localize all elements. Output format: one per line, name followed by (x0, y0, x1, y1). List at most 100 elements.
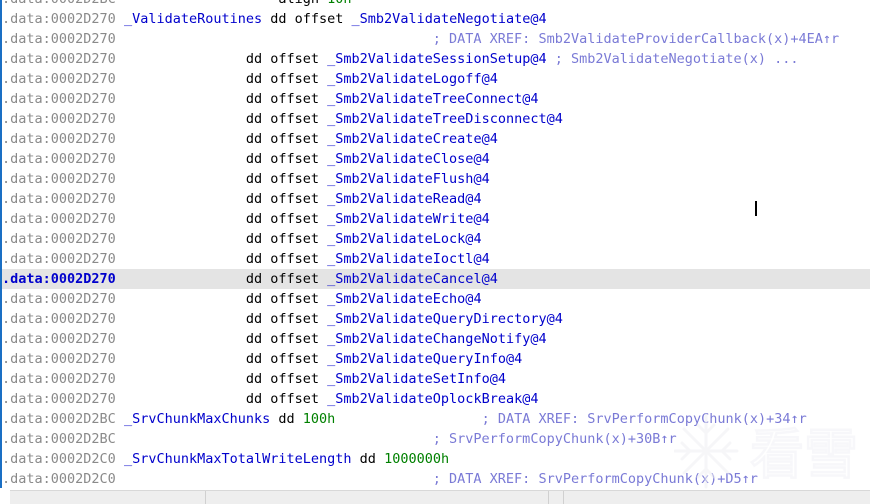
disassembly-line[interactable]: .data:0002D270 dd offset _Smb2ValidateFl… (2, 169, 870, 189)
token-gap (116, 191, 246, 207)
disassembly-line[interactable]: .data:0002D270 dd offset _Smb2ValidateTr… (2, 89, 870, 109)
disassembly-line[interactable]: .data:0002D270 dd offset _Smb2ValidateIo… (2, 249, 870, 269)
line-address: .data:0002D270 (2, 391, 116, 407)
token-gap (116, 431, 433, 447)
scrollbar-tick (205, 491, 206, 504)
token-gap (116, 51, 246, 67)
line-address: .data:0002D270 (2, 191, 116, 207)
token-gap (116, 311, 246, 327)
disassembly-line[interactable]: .data:0002D2C0 ; DATA XREF: SrvPerformCo… (2, 469, 870, 488)
line-address: .data:0002D2BC (2, 411, 116, 427)
token-gap (116, 331, 246, 347)
line-address: .data:0002D270 (2, 111, 116, 127)
token-gap (116, 291, 246, 307)
token-gap (335, 411, 481, 427)
disassembly-line[interactable]: .data:0002D270 dd offset _Smb2ValidateCh… (2, 329, 870, 349)
token-name[interactable]: _Smb2ValidateWrite@4 (327, 211, 490, 227)
disassembly-line[interactable]: .data:0002D270 dd offset _Smb2ValidateSe… (2, 369, 870, 389)
disassembly-line[interactable]: .data:0002D270 dd offset _Smb2ValidateLo… (2, 69, 870, 89)
token-name[interactable]: _Smb2ValidateEcho@4 (327, 291, 481, 307)
token-name[interactable]: _Smb2ValidateQueryDirectory@4 (327, 311, 563, 327)
disassembly-line[interactable]: .data:0002D270 dd offset _Smb2ValidateSe… (2, 49, 870, 69)
token-kw: dd offset (245, 311, 319, 327)
token-gap (116, 151, 246, 167)
token-kw: dd offset (245, 331, 319, 347)
token-name[interactable]: _Smb2ValidateClose@4 (327, 151, 490, 167)
token-gap (116, 251, 246, 267)
token-gap (116, 211, 246, 227)
token-name[interactable]: _SrvChunkMaxChunks (124, 411, 270, 427)
token-name[interactable]: _Smb2ValidateTreeConnect@4 (327, 91, 538, 107)
token-name[interactable]: _SrvChunkMaxTotalWriteLength (124, 451, 352, 467)
token-gap (116, 271, 246, 287)
line-address: .data:0002D270 (2, 231, 116, 247)
token-kw: dd offset (245, 231, 319, 247)
disassembly-line[interactable]: .data:0002D270 dd offset _Smb2ValidateQu… (2, 309, 870, 329)
disassembly-line[interactable]: .data:0002D270 dd offset _Smb2ValidateTr… (2, 109, 870, 129)
token-cmt: ; SrvPerformCopyChunk(x)+30B↑r (432, 431, 677, 447)
token-name[interactable]: _Smb2ValidateCancel@4 (327, 271, 498, 287)
token-name[interactable]: _Smb2ValidateLogoff@4 (327, 71, 498, 87)
token-kw: dd offset (245, 111, 319, 127)
disassembly-line[interactable]: .data:0002D2C0 _SrvChunkMaxTotalWriteLen… (2, 449, 870, 469)
token-gap (116, 131, 246, 147)
token-name[interactable]: _Smb2ValidateLock@4 (327, 231, 481, 247)
token-gap (116, 111, 246, 127)
disassembly-line[interactable]: .data:0002D270 dd offset _Smb2ValidateWr… (2, 209, 870, 229)
token-kw: dd offset (245, 91, 319, 107)
token-name[interactable]: _Smb2ValidateSetInfo@4 (327, 371, 506, 387)
disassembly-lines: .data:0002D2BC align 10h.data:0002D270 _… (2, 0, 870, 488)
token-name[interactable]: _Smb2ValidateRead@4 (327, 191, 481, 207)
disassembly-line[interactable]: .data:0002D270 dd offset _Smb2ValidateQu… (2, 349, 870, 369)
token-name[interactable]: _Smb2ValidateIoctl@4 (327, 251, 490, 267)
token-kw: dd offset (270, 11, 344, 27)
disassembly-line[interactable]: .data:0002D2BC _SrvChunkMaxChunks dd 100… (2, 409, 870, 429)
line-address: .data:0002D270 (2, 131, 116, 147)
token-num: 10h (327, 0, 351, 7)
line-address: .data:0002D270 (2, 291, 116, 307)
text-caret (755, 201, 757, 216)
token-name[interactable]: _Smb2ValidateOplockBreak@4 (327, 391, 538, 407)
token-name[interactable]: _Smb2ValidateSessionSetup@4 (327, 51, 546, 67)
disassembly-line[interactable]: .data:0002D270 dd offset _Smb2ValidateLo… (2, 229, 870, 249)
token-gap (116, 171, 246, 187)
horizontal-scrollbar[interactable] (10, 490, 870, 504)
token-kw: dd (359, 451, 376, 467)
token-kw: dd offset (245, 391, 319, 407)
token-name[interactable]: _Smb2ValidateCreate@4 (327, 131, 498, 147)
disassembly-listing[interactable]: .data:0002D2BC align 10h.data:0002D270 _… (2, 0, 870, 488)
disassembly-line[interactable]: .data:0002D270 ; DATA XREF: Smb2Validate… (2, 29, 870, 49)
token-name[interactable]: _Smb2ValidateFlush@4 (327, 171, 490, 187)
token-kw: dd offset (245, 191, 319, 207)
token-name[interactable]: _Smb2ValidateTreeDisconnect@4 (327, 111, 563, 127)
disassembly-line[interactable]: .data:0002D270 dd offset _Smb2ValidateCl… (2, 149, 870, 169)
disassembly-line[interactable]: .data:0002D2BC ; SrvPerformCopyChunk(x)+… (2, 429, 870, 449)
line-address: .data:0002D270 (2, 371, 116, 387)
token-cmt: ; DATA XREF: SrvPerformCopyChunk(x)+34↑r (481, 411, 807, 427)
disassembly-line-selected[interactable]: .data:0002D270 dd offset _Smb2ValidateCa… (2, 269, 870, 289)
disassembly-line[interactable]: .data:0002D270 dd offset _Smb2ValidateOp… (2, 389, 870, 409)
token-kw: dd offset (245, 291, 319, 307)
token-kw: dd offset (245, 71, 319, 87)
token-name[interactable]: _ValidateRoutines (124, 11, 262, 27)
line-address: .data:0002D270 (2, 211, 116, 227)
disassembly-line[interactable]: .data:0002D270 dd offset _Smb2ValidateEc… (2, 289, 870, 309)
disassembly-line[interactable]: .data:0002D270 dd offset _Smb2ValidateRe… (2, 189, 870, 209)
disassembly-line[interactable]: .data:0002D270 dd offset _Smb2ValidateCr… (2, 129, 870, 149)
horizontal-scrollbar-thumb[interactable] (10, 491, 870, 504)
token-gap (116, 471, 433, 487)
token-name[interactable]: _Smb2ValidateChangeNotify@4 (327, 331, 546, 347)
token-name[interactable]: _Smb2ValidateQueryInfo@4 (327, 351, 522, 367)
line-address: .data:0002D2BC (2, 431, 116, 447)
token-name[interactable]: _Smb2ValidateNegotiate@4 (352, 11, 547, 27)
disassembly-line[interactable]: .data:0002D2BC align 10h (2, 0, 870, 9)
disassembly-line[interactable]: .data:0002D270 _ValidateRoutines dd offs… (2, 9, 870, 29)
